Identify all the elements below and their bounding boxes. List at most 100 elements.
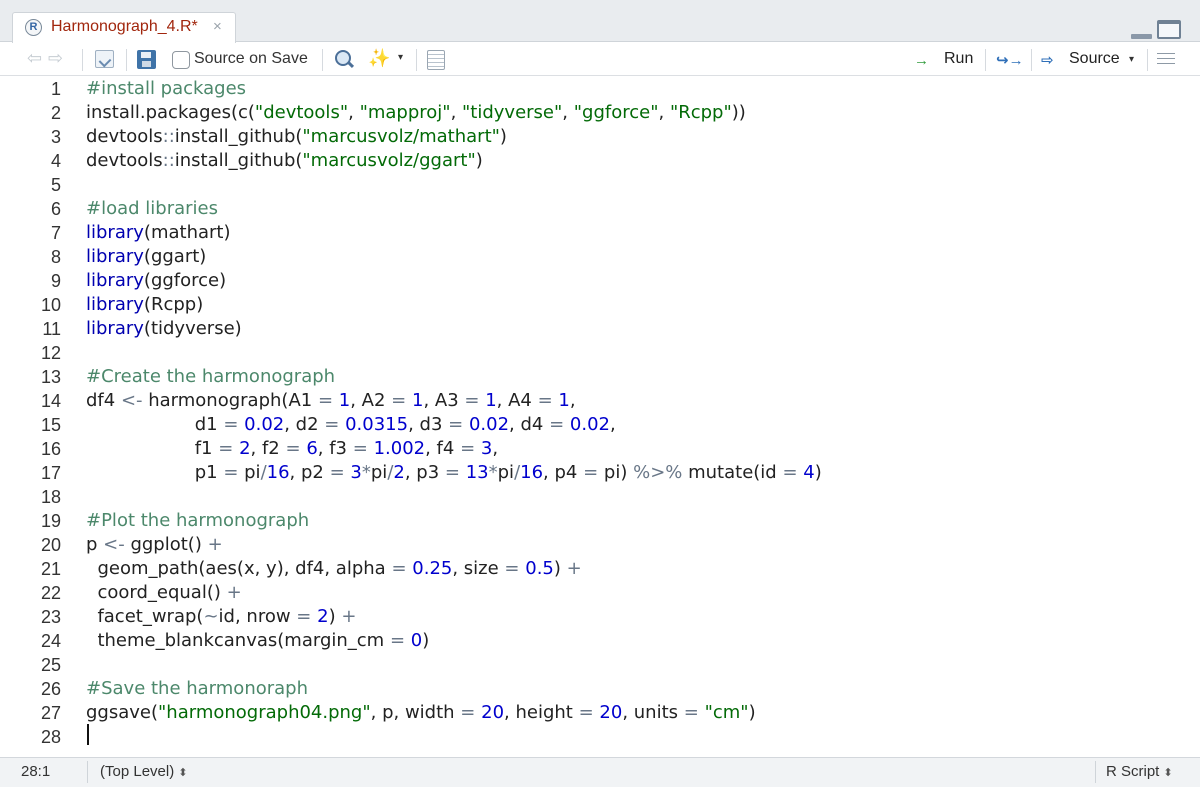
code-line[interactable]: facet_wrap(~id, nrow = 2) + [86,605,356,629]
minimize-pane-icon[interactable] [1131,34,1152,39]
line-number: 14 [40,391,61,411]
code-line[interactable]: df4 <- harmonograph(A1 = 1, A2 = 1, A3 =… [86,389,576,413]
code-token: 0.02 [244,414,285,435]
source-on-save-checkbox[interactable] [172,51,190,69]
code-token: "Rcpp" [669,102,732,123]
toolbar-divider [985,49,986,71]
code-token: , f2 [250,438,286,459]
code-line[interactable]: #load libraries [86,197,218,221]
code-token: = [329,462,345,483]
code-editor[interactable]: 1 2 3 4 5 6 7 8 9 10 11 12 13 14 15 16 17 18 19 20 21 22 23 24 2… [0,77,1200,757]
line-number: 12 [40,343,61,363]
code-token: ) [499,126,507,147]
code-token: 1.002 [373,438,426,459]
code-line[interactable]: #Plot the harmonograph [86,509,309,533]
updown-icon: ⬍ [1163,767,1173,779]
code-token: + [341,606,357,627]
code-token: library [86,222,144,243]
code-token: 3 [480,438,493,459]
code-token: 1 [485,390,497,411]
code-line[interactable]: theme_blankcanvas(margin_cm = 0) [86,629,429,653]
code-token: 16 [520,462,544,483]
code-token: devtools [86,126,163,147]
code-token: geom_path(aes(x, y), df4, alpha [86,558,392,579]
line-number: 26 [40,679,61,699]
code-token: 0.02 [569,414,610,435]
code-token: = [285,438,301,459]
code-token: (Rcpp) [143,294,204,315]
toolbar-divider [416,49,417,71]
run-icon[interactable]: → [914,52,929,69]
source-icon[interactable]: ⇨ [1041,51,1054,69]
code-token: , p2 [289,462,330,483]
code-token: pi [238,462,261,483]
code-token: = [460,702,476,723]
line-number: 7 [50,223,61,243]
forward-arrow-icon[interactable]: ⇨ [48,48,63,69]
scope-selector[interactable]: (Top Level) ⬍ [100,763,187,780]
code-token: 2 [239,438,251,459]
source-on-save-label[interactable]: Source on Save [194,50,308,68]
code-line[interactable]: ggsave("harmonograph04.png", p, width = … [86,701,756,725]
search-icon[interactable] [334,49,354,69]
code-line[interactable]: library(ggforce) [86,269,226,293]
line-number: 19 [40,511,61,531]
status-divider [1095,761,1096,783]
code-line[interactable]: devtools::install_github("marcusvolz/mat… [86,125,507,149]
toolbar-divider [322,49,323,71]
line-number: 23 [40,607,61,627]
chevron-down-icon[interactable]: ▾ [398,52,403,63]
document-outline-icon[interactable] [1157,51,1175,67]
code-line[interactable]: devtools::install_github("marcusvolz/gga… [86,149,483,173]
code-token: = [504,558,520,579]
code-line[interactable]: #install packages [86,77,246,101]
code-line[interactable]: coord_equal() + [86,581,241,605]
code-line[interactable]: #Save the harmonoraph [86,677,308,701]
code-token: , d4 [509,414,550,435]
show-in-window-icon[interactable] [95,50,114,68]
text-cursor [87,724,89,745]
line-number: 22 [40,583,61,603]
code-token: pi [370,462,388,483]
rerun-icon[interactable]: ↪→ [996,51,1024,69]
magic-wand-icon[interactable]: ✨ [368,48,390,69]
code-line[interactable]: install.packages(c("devtools", "mapproj"… [86,101,746,125]
code-line[interactable]: f1 = 2, f2 = 6, f3 = 1.002, f4 = 3, [86,437,498,461]
source-button[interactable]: Source [1069,50,1120,68]
code-token: = [448,414,464,435]
code-token: = [317,390,334,411]
code-line[interactable]: geom_path(aes(x, y), df4, alpha = 0.25, … [86,557,582,581]
code-token: = [218,438,234,459]
back-arrow-icon[interactable]: ⇦ [27,48,42,69]
line-number: 13 [40,367,61,387]
file-tab[interactable]: R Harmonograph_4.R* × [12,12,236,43]
code-token: , A2 [350,390,392,411]
code-token: 1 [411,390,424,411]
code-token: , [562,102,574,123]
code-token: = [683,702,699,723]
code-token: 13 [465,462,489,483]
code-token: %>% [633,462,683,483]
code-line[interactable]: library(tidyverse) [86,317,242,341]
code-token: , [569,390,576,411]
run-button[interactable]: Run [944,50,973,68]
code-token: , height [504,702,579,723]
code-token: 4 [803,462,815,483]
code-token: + [566,558,582,579]
close-icon[interactable]: × [213,18,222,35]
code-token: <- [103,534,125,555]
code-token: coord_equal() [86,582,227,603]
code-line[interactable]: library(Rcpp) [86,293,203,317]
maximize-pane-icon[interactable] [1157,20,1181,39]
code-token: , [492,438,499,459]
code-line[interactable]: p1 = pi/16, p2 = 3*pi/2, p3 = 13*pi/16, … [86,461,822,485]
chevron-down-icon[interactable]: ▾ [1129,54,1134,65]
code-line[interactable]: p <- ggplot() + [86,533,223,557]
save-icon[interactable] [137,50,156,69]
code-line[interactable]: library(mathart) [86,221,231,245]
compile-report-icon[interactable] [427,50,445,70]
file-type-selector[interactable]: R Script ⬍ [1106,763,1173,780]
code-line[interactable]: #Create the harmonograph [86,365,335,389]
code-line[interactable]: d1 = 0.02, d2 = 0.0315, d3 = 0.02, d4 = … [86,413,616,437]
code-line[interactable]: library(ggart) [86,245,206,269]
